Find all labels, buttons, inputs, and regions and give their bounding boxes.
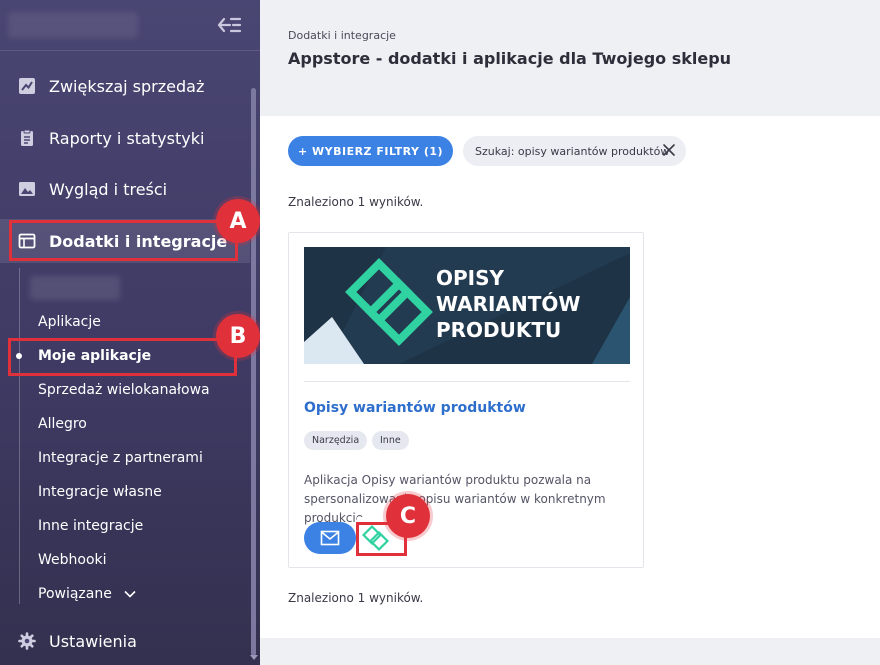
banner-line-3: PRODUKTU bbox=[436, 318, 562, 342]
sidebar-scrollbar[interactable] bbox=[251, 88, 256, 656]
highlight-box-b bbox=[8, 338, 237, 376]
banner-text: OPISY WARIANTÓW PRODUKTU bbox=[436, 265, 580, 343]
content-panel: + WYBIERZ FILTRY (1) Szukaj: opisy waria… bbox=[260, 116, 880, 638]
contact-button[interactable] bbox=[304, 522, 356, 554]
close-icon[interactable] bbox=[662, 143, 676, 157]
store-name-blurred bbox=[8, 12, 138, 38]
submenu-item-webhooks[interactable]: Webhooki bbox=[38, 549, 107, 571]
app-card[interactable]: OPISY WARIANTÓW PRODUKTU Opisy wariantów… bbox=[288, 232, 644, 568]
tag-tools: Narzędzia bbox=[304, 431, 368, 450]
nav-item-appearance[interactable]: Wygląd i treści bbox=[0, 167, 250, 211]
main-area: Dodatki i integracje Appstore - dodatki … bbox=[260, 0, 880, 665]
page-title: Appstore - dodatki i aplikacje dla Twoje… bbox=[288, 49, 732, 68]
gear-icon bbox=[18, 632, 36, 650]
nav-item-label: Zwiększaj sprzedaż bbox=[49, 76, 205, 96]
annotation-marker-b: B bbox=[216, 314, 260, 358]
submenu-item-own-integrations[interactable]: Integracje własne bbox=[38, 481, 162, 503]
submenu-item-partner-integrations[interactable]: Integracje z partnerami bbox=[38, 447, 203, 469]
nav-item-reports[interactable]: Raporty i statystyki bbox=[0, 116, 250, 160]
banner-line-2: WARIANTÓW bbox=[436, 292, 581, 316]
clipboard-icon bbox=[21, 129, 33, 146]
results-count-top: Znaleziono 1 wyników. bbox=[288, 195, 424, 209]
app-description: Aplikacja Opisy wariantów produktu pozwa… bbox=[304, 473, 606, 525]
submenu-item-allegro[interactable]: Allegro bbox=[38, 413, 87, 435]
submenu-item-applications[interactable]: Aplikacje bbox=[38, 311, 101, 333]
page-header: Dodatki i integracje Appstore - dodatki … bbox=[260, 0, 880, 116]
mail-icon bbox=[320, 530, 340, 546]
submenu-item-multichannel[interactable]: Sprzedaż wielokanałowa bbox=[38, 379, 210, 401]
nav-item-label: Raporty i statystyki bbox=[49, 128, 205, 148]
app-title-link[interactable]: Opisy wariantów produktów bbox=[304, 400, 526, 416]
sidebar-header bbox=[0, 0, 260, 50]
search-filter-chip: Szukaj: opisy wariantów produktów bbox=[463, 136, 686, 166]
image-icon bbox=[19, 182, 35, 196]
annotation-marker-c: C bbox=[386, 494, 430, 538]
app-banner: OPISY WARIANTÓW PRODUKTU bbox=[304, 247, 630, 364]
breadcrumb[interactable]: Dodatki i integracje bbox=[288, 29, 396, 42]
annotation-marker-a: A bbox=[216, 199, 260, 243]
nav-item-sales[interactable]: Zwiększaj sprzedaż bbox=[0, 64, 250, 108]
submenu-item-blurred bbox=[30, 276, 120, 300]
banner-line-1: OPISY bbox=[436, 266, 504, 290]
highlight-box-a bbox=[9, 220, 238, 261]
scroll-down-icon[interactable] bbox=[250, 655, 258, 661]
nav-item-settings[interactable]: Ustawienia bbox=[0, 619, 250, 663]
sidebar-divider bbox=[0, 50, 260, 51]
collapse-sidebar-icon[interactable] bbox=[216, 14, 242, 36]
card-divider bbox=[304, 381, 630, 382]
submenu-line bbox=[19, 268, 20, 604]
tag-other: Inne bbox=[372, 431, 409, 450]
choose-filters-button[interactable]: + WYBIERZ FILTRY (1) bbox=[288, 136, 453, 166]
nav-item-label: Wygląd i treści bbox=[49, 179, 168, 199]
results-count-bottom: Znaleziono 1 wyników. bbox=[288, 591, 424, 605]
submenu-item-related[interactable]: Powiązane bbox=[38, 583, 136, 605]
chevron-down-icon bbox=[124, 590, 136, 598]
submenu-item-label: Powiązane bbox=[38, 586, 112, 602]
search-chip-label: Szukaj: opisy wariantów produktów bbox=[475, 144, 670, 158]
trending-up-icon bbox=[19, 78, 35, 94]
submenu-item-other-integrations[interactable]: Inne integracje bbox=[38, 515, 143, 537]
nav-item-label: Ustawienia bbox=[49, 631, 137, 651]
